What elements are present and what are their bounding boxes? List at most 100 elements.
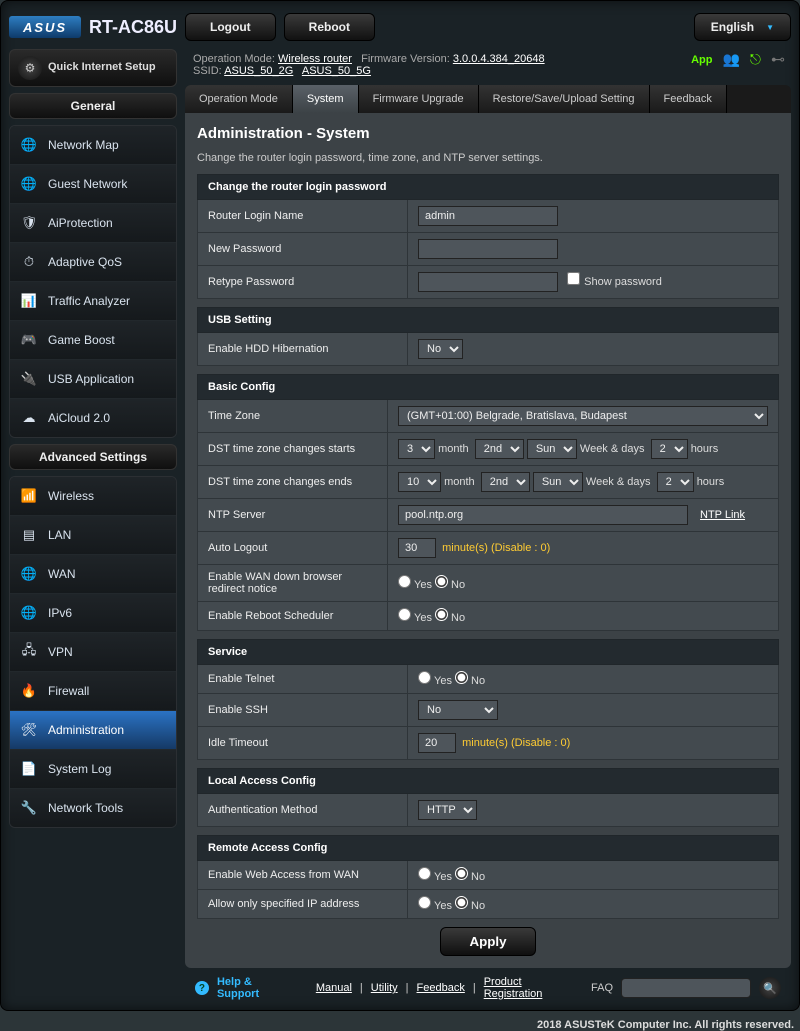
quick-internet-setup[interactable]: ⚙ Quick Internet Setup [9, 49, 177, 87]
sidebar-item-administration[interactable]: 🛠Administration [10, 711, 176, 750]
globe-icon: 🌐 [18, 173, 40, 195]
tab-feedback[interactable]: Feedback [650, 85, 727, 113]
sidebar-item-adaptive-qos[interactable]: ⏱ Adaptive QoS [10, 243, 176, 282]
search-icon[interactable]: 🔍 [759, 977, 781, 999]
tab-operation-mode[interactable]: Operation Mode [185, 85, 293, 113]
ntp-input[interactable] [398, 505, 688, 525]
new-password-input[interactable] [418, 239, 558, 259]
service-section-title: Service [198, 640, 779, 665]
sidebar-item-wireless[interactable]: 📶Wireless [10, 477, 176, 516]
autologout-input[interactable] [398, 538, 436, 558]
wan-redirect-no[interactable] [435, 575, 448, 588]
sidebar-item-system-log[interactable]: 📄System Log [10, 750, 176, 789]
help-icon: ? [195, 981, 209, 995]
sidebar-item-wan[interactable]: 🌐WAN [10, 555, 176, 594]
sidebar-item-label: AiProtection [48, 216, 113, 230]
dst-end-day-select[interactable]: Sun [533, 472, 583, 492]
telnet-yes[interactable] [418, 671, 431, 684]
feedback-link[interactable]: Feedback [417, 982, 465, 994]
allow-ip-no[interactable] [455, 896, 468, 909]
web-access-yes[interactable] [418, 867, 431, 880]
allow-ip-label: Allow only specified IP address [198, 890, 408, 919]
tab-bar: Operation Mode System Firmware Upgrade R… [185, 85, 791, 113]
app-link[interactable]: App [691, 54, 712, 66]
tab-firmware-upgrade[interactable]: Firmware Upgrade [359, 85, 479, 113]
allow-ip-yes[interactable] [418, 896, 431, 909]
sidebar-item-firewall[interactable]: 🔥Firewall [10, 672, 176, 711]
gear-icon: ⚙ [18, 56, 42, 80]
sidebar-item-vpn[interactable]: 🖧VPN [10, 633, 176, 672]
apply-button[interactable]: Apply [440, 927, 535, 956]
dst-end-label: DST time zone changes ends [198, 466, 388, 499]
users-icon[interactable]: 👥 [722, 51, 739, 68]
network-status-icon[interactable]: ⎋ [750, 51, 761, 68]
sidebar-item-aicloud[interactable]: ☁AiCloud 2.0 [10, 399, 176, 437]
dst-end-month-select[interactable]: 10 [398, 472, 441, 492]
hdd-hibernation-select[interactable]: No [418, 339, 463, 359]
ssid-5g-link[interactable]: ASUS_50_5G [302, 65, 371, 77]
main-panel: Administration - System Change the route… [185, 113, 791, 968]
fw-link[interactable]: 3.0.0.4.384_20648 [453, 53, 545, 65]
wan-redirect-yes[interactable] [398, 575, 411, 588]
ssid-2g-link[interactable]: ASUS_50_2G [224, 65, 293, 77]
yes-label: Yes [434, 871, 452, 883]
yes-label: Yes [414, 612, 432, 624]
manual-link[interactable]: Manual [316, 982, 352, 994]
sidebar-item-label: IPv6 [48, 606, 72, 620]
tab-restore-save-upload[interactable]: Restore/Save/Upload Setting [479, 85, 650, 113]
telnet-no[interactable] [455, 671, 468, 684]
retype-password-label: Retype Password [198, 266, 408, 299]
new-password-label: New Password [198, 233, 408, 266]
advanced-menu: 📶Wireless ▤LAN 🌐WAN 🌐IPv6 🖧VPN 🔥Firewall… [9, 476, 177, 828]
sidebar-item-usb-application[interactable]: 🔌USB Application [10, 360, 176, 399]
tools-icon: 🔧 [18, 797, 40, 819]
dst-end-week-select[interactable]: 2nd [481, 472, 530, 492]
sidebar-item-label: Administration [48, 723, 124, 737]
sidebar-item-guest-network[interactable]: 🌐Guest Network [10, 165, 176, 204]
sidebar-item-aiprotection[interactable]: 🛡AiProtection [10, 204, 176, 243]
tz-label: Time Zone [198, 400, 388, 433]
language-select[interactable]: English [694, 13, 791, 41]
auth-method-select[interactable]: HTTP [418, 800, 477, 820]
sidebar-item-traffic-analyzer[interactable]: 📊Traffic Analyzer [10, 282, 176, 321]
sidebar-item-label: Adaptive QoS [48, 255, 122, 269]
hours-label: hours [691, 443, 719, 455]
status-bar: Operation Mode: Wireless router Firmware… [185, 49, 791, 81]
sidebar-item-lan[interactable]: ▤LAN [10, 516, 176, 555]
show-password-checkbox[interactable] [567, 272, 580, 285]
usb-status-icon[interactable]: ⊷ [771, 51, 785, 68]
opmode-link[interactable]: Wireless router [278, 53, 352, 65]
gauge-icon: ⏱ [18, 251, 40, 273]
sidebar-item-label: Network Tools [48, 801, 123, 815]
ntp-link[interactable]: NTP Link [700, 509, 745, 521]
chart-icon: 📊 [18, 290, 40, 312]
sidebar-item-ipv6[interactable]: 🌐IPv6 [10, 594, 176, 633]
reboot-sched-no[interactable] [435, 608, 448, 621]
reboot-button[interactable]: Reboot [284, 13, 375, 41]
ssh-select[interactable]: No [418, 700, 498, 720]
dst-start-week-select[interactable]: 2nd [475, 439, 524, 459]
dst-start-hour-select[interactable]: 2 [651, 439, 688, 459]
reboot-sched-yes[interactable] [398, 608, 411, 621]
utility-link[interactable]: Utility [371, 982, 398, 994]
dst-end-hour-select[interactable]: 2 [657, 472, 694, 492]
tz-select[interactable]: (GMT+01:00) Belgrade, Bratislava, Budape… [398, 406, 768, 426]
web-access-no[interactable] [455, 867, 468, 880]
no-label: No [451, 579, 465, 591]
idle-timeout-input[interactable] [418, 733, 456, 753]
faq-search-input[interactable] [621, 978, 751, 998]
tab-system[interactable]: System [293, 85, 359, 113]
dst-start-month-select[interactable]: 3 [398, 439, 435, 459]
sidebar-item-network-tools[interactable]: 🔧 Network Tools [10, 789, 176, 827]
month-label: month [444, 476, 475, 488]
sidebar-item-network-map[interactable]: 🌐Network Map [10, 126, 176, 165]
model-name: RT-AC86U [89, 17, 177, 38]
product-registration-link[interactable]: Product Registration [484, 976, 583, 1000]
logout-button[interactable]: Logout [185, 13, 276, 41]
sidebar-item-game-boost[interactable]: 🎮Game Boost [10, 321, 176, 360]
retype-password-input[interactable] [418, 272, 558, 292]
login-name-input[interactable] [418, 206, 558, 226]
dst-start-day-select[interactable]: Sun [527, 439, 577, 459]
reboot-sched-label: Enable Reboot Scheduler [198, 602, 388, 631]
login-section-title: Change the router login password [198, 175, 779, 200]
